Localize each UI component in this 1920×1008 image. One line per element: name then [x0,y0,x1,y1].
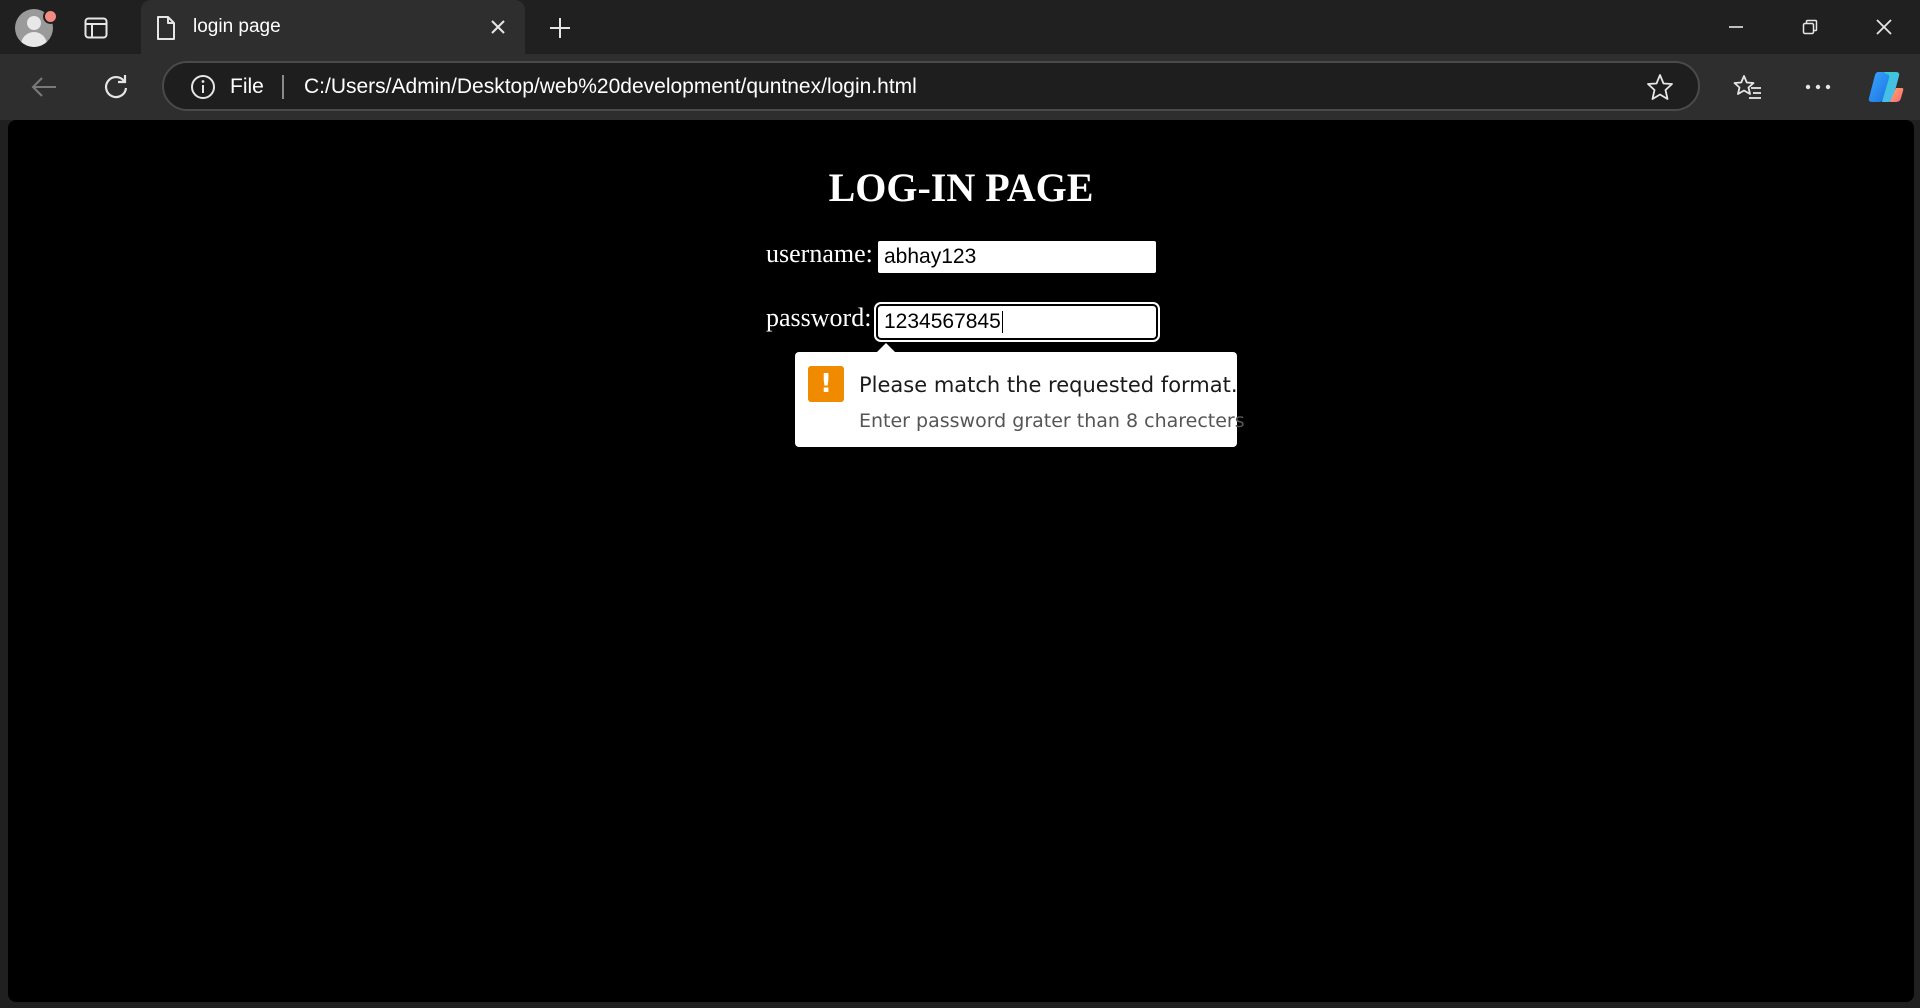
password-label: password: [766,303,872,332]
username-input[interactable]: abhay123 [878,241,1156,273]
refresh-icon[interactable] [96,67,136,107]
validation-tooltip: ! Please match the requested format. Ent… [795,343,1245,447]
username-value: abhay123 [884,245,977,268]
password-input[interactable]: 1234567845 [878,306,1156,338]
tooltip-arrow [876,343,896,353]
warning-icon: ! [808,366,844,402]
site-scheme-label[interactable]: File [230,75,264,99]
validation-hint: Enter password grater than 8 charecters [859,410,1245,432]
minimize-icon[interactable] [1700,0,1772,54]
info-icon[interactable] [190,74,216,104]
username-label: username: [766,239,873,268]
page-viewport: LOG-IN PAGE username: abhay123 password:… [8,120,1914,1002]
address-separator [282,75,284,99]
title-bar: login page [0,0,1920,54]
address-bar[interactable]: File C:/Users/Admin/Desktop/web%20develo… [162,61,1700,111]
back-arrow-icon[interactable] [24,67,64,107]
tab-title: login page [193,16,281,37]
url-text[interactable]: C:/Users/Admin/Desktop/web%20development… [304,75,917,99]
favorites-icon[interactable] [1728,67,1768,107]
tab-actions-icon[interactable] [80,13,112,43]
tab-login-page[interactable]: login page [141,0,525,54]
more-icon[interactable] [1798,67,1838,107]
star-icon[interactable] [1646,73,1674,105]
page-icon [155,15,177,45]
browser-toolbar: File C:/Users/Admin/Desktop/web%20develo… [0,54,1920,120]
copilot-icon[interactable] [1866,67,1906,107]
window-close-icon[interactable] [1848,0,1920,54]
validation-message: Please match the requested format. [859,373,1238,397]
avatar-body [21,32,47,47]
avatar-head [27,16,41,30]
plus-icon[interactable] [542,10,578,46]
close-icon[interactable] [485,14,511,40]
password-value: 1234567845 [884,310,1001,333]
page-title: LOG-IN PAGE [828,165,1094,210]
text-caret [1001,311,1003,334]
profile-notification-dot [43,9,58,24]
restore-icon[interactable] [1774,0,1846,54]
